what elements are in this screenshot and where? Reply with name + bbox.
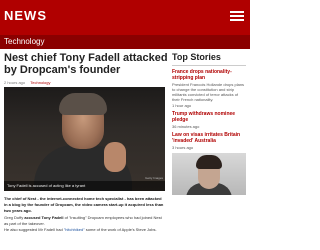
story-time: 1 hour ago <box>172 103 192 108</box>
story-time: 3 hours ago <box>172 145 194 150</box>
story-item[interactable]: France drops nationality-stripping plan … <box>172 69 246 108</box>
story-item[interactable]: Law on visas irritates Britain 'invaded'… <box>172 132 246 150</box>
sidebar-title: Top Stories <box>172 52 246 66</box>
image-figure-hair <box>59 93 107 115</box>
article-paragraph: Greg Duffy accused Tony Fadell of "insul… <box>4 215 165 227</box>
paragraph-link[interactable]: "hitchhiked" <box>64 227 85 232</box>
story-image[interactable] <box>172 153 246 195</box>
article-intro-text: The chief of Nest - the internet-connect… <box>4 196 164 213</box>
paragraph-text: Greg Duffy <box>4 215 25 220</box>
story-item[interactable]: Trump withdraws nominee pledge 36 minute… <box>172 111 246 129</box>
article-intro: The chief of Nest - the internet-connect… <box>4 196 165 214</box>
article-meta: 2 hours ago Technology <box>4 80 51 85</box>
paragraph-text: He also suggested Mr Fadell had <box>4 227 64 232</box>
paragraph-link[interactable]: accused Tony Fadell <box>24 215 63 220</box>
section-label[interactable]: Technology <box>4 37 44 46</box>
article-image: Getty Images Tony Fadell is accused of a… <box>4 87 165 191</box>
image-credit: Getty Images <box>145 176 163 180</box>
image-caption: Tony Fadell is accused of acting like a … <box>4 181 165 191</box>
story-summary: President Francois Hollande drops plans … <box>172 82 245 102</box>
article-headline: Nest chief Tony Fadell attacked by Dropc… <box>4 52 168 76</box>
story-title[interactable]: Trump withdraws nominee pledge <box>172 111 246 123</box>
article-category-link[interactable]: Technology <box>30 80 50 85</box>
top-bar: NEWS <box>0 0 250 35</box>
story-title[interactable]: Law on visas irritates Britain 'invaded'… <box>172 132 246 144</box>
story-title[interactable]: France drops nationality-stripping plan <box>172 69 246 81</box>
site-logo[interactable]: NEWS <box>4 8 47 23</box>
story-image-figure-hair <box>196 155 222 169</box>
section-bar: Technology <box>0 35 250 49</box>
story-time: 36 minutes ago <box>172 124 200 129</box>
article-paragraph: He also suggested Mr Fadell had "hitchhi… <box>4 227 165 233</box>
menu-icon[interactable] <box>228 9 246 25</box>
image-figure-hand <box>104 142 126 172</box>
top-stories-sidebar: Top Stories France drops nationality-str… <box>172 52 246 195</box>
paragraph-text: some of the work of Apple's Steve Jobs. <box>84 227 157 232</box>
article-time: 2 hours ago <box>4 80 26 85</box>
